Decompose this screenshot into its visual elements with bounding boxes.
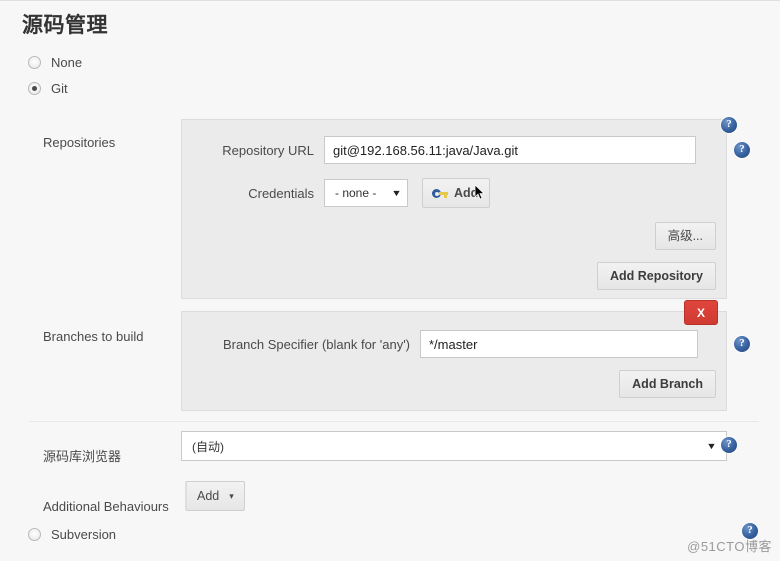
help-glyph: ? xyxy=(726,438,732,450)
section-divider xyxy=(29,421,759,422)
branch-specifier-input[interactable] xyxy=(420,330,698,358)
repositories-section: Repositories Repository URL Credentials … xyxy=(29,111,759,307)
branch-specifier-row: Branch Specifier (blank for 'any') xyxy=(182,330,726,358)
scm-radio-group: None Git xyxy=(22,49,758,101)
scm-option-git[interactable]: Git xyxy=(22,75,758,101)
add-branch-button[interactable]: Add Branch xyxy=(619,370,716,398)
scm-option-none-label: None xyxy=(51,54,83,70)
chevron-down-icon: ▼ xyxy=(391,188,402,198)
credentials-row: Credentials - none - ▼ Add xyxy=(182,178,726,208)
additional-behaviours-label: Additional Behaviours xyxy=(43,499,169,514)
repositories-label: Repositories xyxy=(43,135,116,150)
branch-entry-box: X Branch Specifier (blank for 'any') Add… xyxy=(181,300,750,411)
branch-specifier-help-icon[interactable]: ? xyxy=(734,336,750,352)
scm-option-subversion[interactable]: Subversion xyxy=(22,521,758,547)
delete-branch-button[interactable]: X xyxy=(684,300,718,325)
repository-browser-label: 源码库浏览器 xyxy=(43,449,122,464)
credentials-selected-value: - none - xyxy=(335,186,377,200)
help-glyph: ? xyxy=(747,524,753,536)
branches-section: Branches to build X Branch Specifier (bl… xyxy=(29,300,759,417)
watermark: @51CTO博客 xyxy=(687,539,772,554)
scm-option-subversion-row: Subversion ? xyxy=(22,521,758,547)
repository-browser-section: 源码库浏览器 (自动) ▼ ? xyxy=(29,423,759,475)
chevron-down-icon: ▾ xyxy=(229,491,234,501)
repository-url-row: Repository URL xyxy=(182,136,726,164)
branches-to-build-label: Branches to build xyxy=(43,329,144,344)
chevron-down-icon: ▼ xyxy=(706,441,717,451)
help-glyph: ? xyxy=(726,118,732,130)
additional-behaviours-section: Additional Behaviours Add ▾ xyxy=(29,475,759,521)
advanced-button[interactable]: 高级... xyxy=(654,222,716,250)
radio-git-icon[interactable] xyxy=(28,81,41,95)
scm-option-git-label: Git xyxy=(51,80,68,96)
repositories-help-icon[interactable]: ? xyxy=(721,117,737,133)
branch-specifier-label: Branch Specifier (blank for 'any') xyxy=(222,336,410,352)
radio-none-icon[interactable] xyxy=(28,55,41,69)
add-repository-button[interactable]: Add Repository xyxy=(596,262,716,290)
scm-option-none[interactable]: None xyxy=(22,49,758,75)
add-credentials-button[interactable]: Add xyxy=(422,178,491,208)
additional-behaviours-add-label: Add xyxy=(197,489,220,503)
repository-browser-selected-value: (自动) xyxy=(192,439,224,454)
repository-browser-select[interactable]: (自动) ▼ xyxy=(181,431,727,461)
additional-behaviours-add-button[interactable]: Add ▾ xyxy=(185,481,245,511)
repository-url-help-icon[interactable]: ? xyxy=(734,142,750,158)
help-glyph: ? xyxy=(739,143,745,155)
repository-url-label: Repository URL xyxy=(222,142,314,158)
page-title: 源码管理 xyxy=(22,14,108,37)
help-glyph: ? xyxy=(739,337,745,349)
credentials-label: Credentials xyxy=(248,185,314,201)
scm-configuration-page: 源码管理 None Git Repositories Repository UR… xyxy=(0,0,780,561)
repository-entry-box: Repository URL Credentials - none - ▼ Ad… xyxy=(181,119,750,299)
radio-subversion-icon[interactable] xyxy=(28,527,41,541)
key-icon xyxy=(432,187,448,199)
scm-option-subversion-label: Subversion xyxy=(51,526,117,542)
credentials-select[interactable]: - none - ▼ xyxy=(324,179,408,207)
repository-browser-help-icon[interactable]: ? xyxy=(721,437,737,453)
add-credentials-label: Add xyxy=(454,186,479,200)
repository-url-input[interactable] xyxy=(324,136,696,164)
